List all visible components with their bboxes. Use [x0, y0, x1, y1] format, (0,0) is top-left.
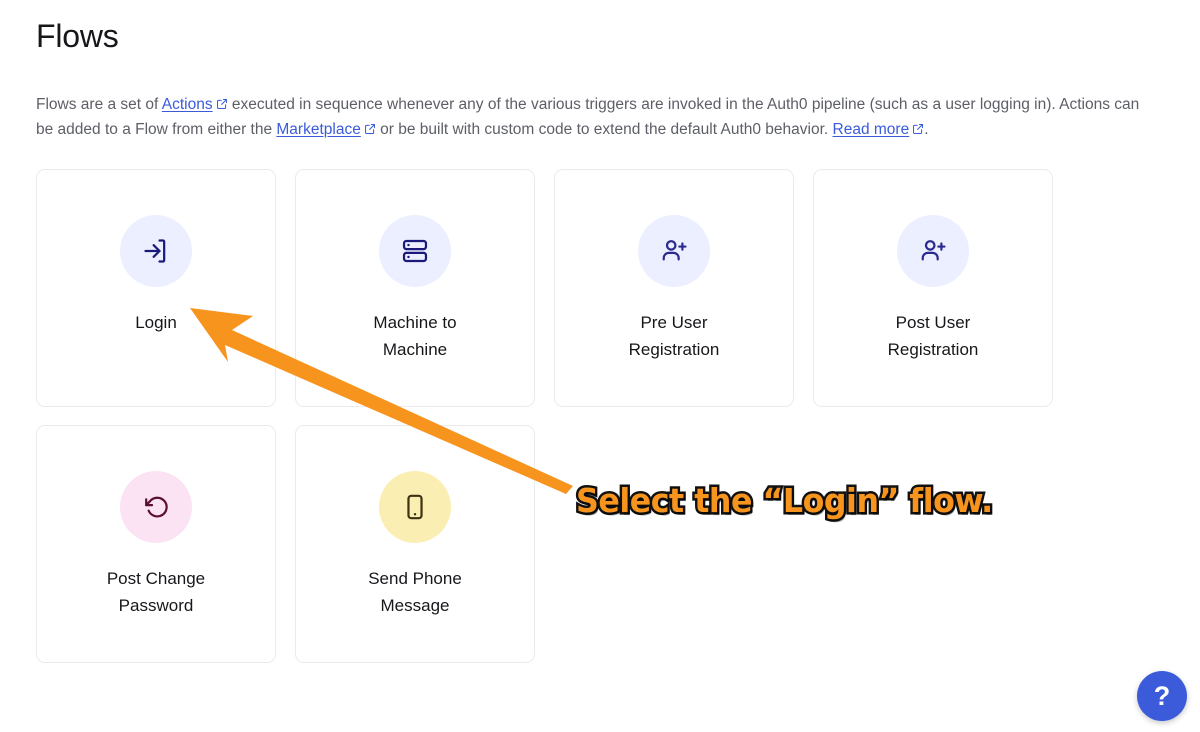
flow-card-pre-user-registration[interactable]: Pre User Registration: [554, 169, 794, 407]
rotate-ccw-icon: [145, 496, 168, 518]
marketplace-link[interactable]: Marketplace: [276, 121, 360, 138]
external-link-icon: [912, 123, 924, 135]
flow-card-label: Send Phone Message: [368, 569, 462, 615]
user-plus-icon: [662, 240, 687, 261]
rotate-ccw-icon-bubble: [120, 471, 192, 543]
user-plus-icon: [921, 240, 946, 261]
flows-grid: Login Machine to Machine Pre User Regist…: [36, 169, 1056, 663]
login-arrow-icon: [144, 239, 166, 263]
login-arrow-icon-bubble: [120, 215, 192, 287]
external-link-icon: [216, 98, 228, 110]
flow-card-login[interactable]: Login: [36, 169, 276, 407]
user-plus-icon-bubble: [897, 215, 969, 287]
flow-card-post-change-password[interactable]: Post Change Password: [36, 425, 276, 663]
flow-card-post-user-registration[interactable]: Post User Registration: [813, 169, 1053, 407]
desc-text-3: or be built with custom code to extend t…: [375, 120, 833, 138]
page-description: Flows are a set of Actions executed in s…: [36, 92, 1156, 142]
desc-text-1: Flows are a set of: [36, 95, 162, 113]
flow-card-label: Pre User Registration: [628, 313, 720, 359]
read-more-link-label: Read more: [832, 120, 910, 138]
smartphone-icon-bubble: [379, 471, 451, 543]
server-stack-icon-bubble: [379, 215, 451, 287]
marketplace-link-label: Marketplace: [276, 120, 361, 138]
user-plus-icon-bubble: [638, 215, 710, 287]
actions-link[interactable]: Actions: [162, 96, 213, 113]
desc-text-4: .: [924, 120, 929, 138]
page-title: Flows: [36, 18, 119, 54]
smartphone-icon: [407, 494, 423, 520]
flow-card-label: Post Change Password: [106, 569, 206, 615]
server-stack-icon: [402, 239, 428, 263]
flow-card-label: Login: [135, 313, 177, 332]
flow-card-machine-to-machine[interactable]: Machine to Machine: [295, 169, 535, 407]
flow-card-label: Post User Registration: [887, 313, 979, 359]
help-button[interactable]: ?: [1137, 671, 1187, 721]
flow-card-label: Machine to Machine: [373, 313, 457, 359]
read-more-link[interactable]: Read more: [833, 121, 910, 138]
flows-page: Flows Flows are a set of Actions execute…: [0, 0, 1200, 732]
actions-link-label: Actions: [161, 95, 213, 113]
external-link-icon: [364, 123, 376, 135]
flow-card-send-phone-message[interactable]: Send Phone Message: [295, 425, 535, 663]
